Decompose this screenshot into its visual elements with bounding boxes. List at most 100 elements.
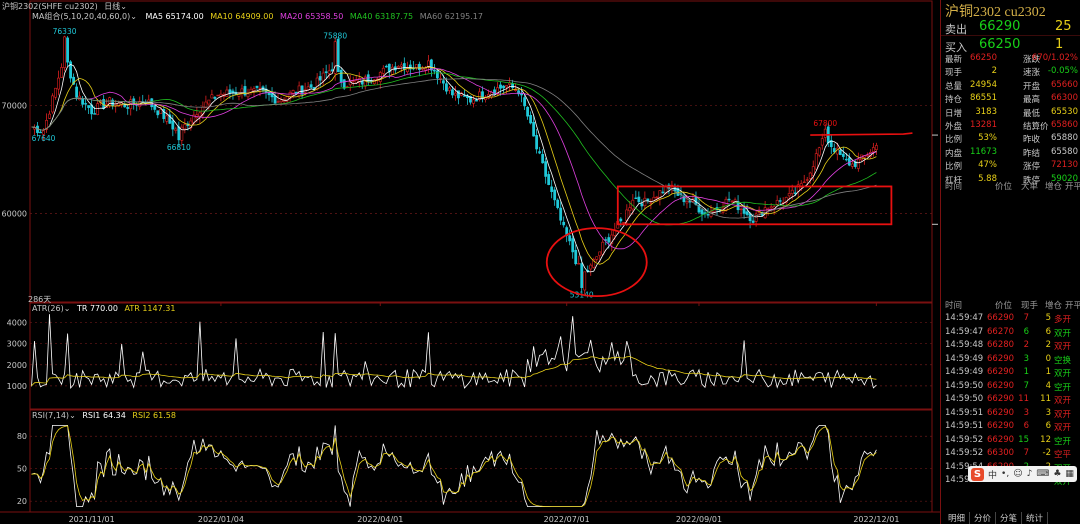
stat-value: 13281 — [969, 120, 997, 130]
candle-body — [793, 192, 797, 194]
trade-time: 14:59:52 — [945, 448, 984, 458]
candle-body — [342, 79, 346, 89]
candle-body — [246, 93, 250, 98]
keyboard-icon[interactable]: ⌨ — [1036, 469, 1049, 479]
skin-icon[interactable]: ♣ — [1053, 469, 1061, 479]
symbol-label: 沪铜2302(SHFE cu2302) — [2, 2, 98, 11]
trade-row[interactable]: 14:59:50 66290 7 4 空开 — [941, 380, 1080, 394]
trade-volume: 7 — [1023, 313, 1029, 323]
trade-row[interactable]: 14:59:51 66290 3 3 双开 — [941, 407, 1080, 421]
trade-row[interactable]: 14:59:48 66280 2 2 双开 — [941, 339, 1080, 353]
candle-body — [769, 206, 773, 209]
stat-value: 65860 — [1050, 120, 1078, 130]
chevron-down-icon[interactable]: ⌄ — [69, 411, 76, 420]
ma10-line — [31, 66, 877, 265]
y-tick-label: 3000 — [7, 340, 27, 349]
candle-body — [823, 128, 827, 138]
kline-chart-area[interactable]: 60000 70000 1000 2000 3000 4000 20 50 80 2021/11/… — [0, 0, 940, 524]
y-tick-label: 50 — [17, 465, 27, 474]
chevron-down-icon[interactable]: ⌄ — [130, 12, 137, 21]
stat-label: 现手 — [945, 68, 963, 79]
quote-panel: 沪铜2302 cu2302 卖出 66290 25 买入 66250 1 最新 6… — [940, 0, 1080, 524]
trade-row[interactable]: 14:59:50 66290 11 11 双开 — [941, 393, 1080, 407]
trade-row[interactable]: 14:59:47 66290 7 5 多开 — [941, 312, 1080, 326]
trade-type: 空平 — [1054, 450, 1072, 460]
tab-detail[interactable]: 明细 — [944, 512, 971, 524]
trade-row[interactable]: 14:59:47 66270 6 6 双开 — [941, 326, 1080, 340]
candle-body — [724, 198, 728, 211]
tab-ticks[interactable]: 分笔 — [996, 512, 1023, 524]
trade-oi-change: 3 — [1045, 407, 1051, 418]
bid-price: 66250 — [979, 37, 1021, 52]
trade-price: 66290 — [987, 394, 1015, 404]
candle-body — [451, 89, 454, 96]
candle-body — [856, 158, 860, 169]
candle-body — [511, 83, 514, 89]
candle-body — [643, 197, 647, 207]
period-label[interactable]: 日线 — [104, 2, 120, 11]
candle-body — [294, 91, 298, 94]
chevron-down-icon[interactable]: ⌄ — [64, 304, 71, 313]
chinese-mode-icon[interactable]: 中 — [988, 468, 997, 481]
trade-volume: 7 — [1023, 448, 1029, 458]
candle-body — [165, 115, 169, 122]
trade-type: 空换 — [1054, 355, 1072, 366]
y-tick-label: 80 — [17, 432, 27, 441]
atr-title[interactable]: ATR(26) — [32, 304, 64, 313]
atr-legend: ATR(26)⌄ TR 770.00 ATR 1147.31 — [32, 304, 175, 313]
input-method-toolbar[interactable]: S 中 •, ☺ ♪ ⌨ ♣ ▦ — [968, 466, 1077, 482]
y-tick-label: 2000 — [7, 361, 27, 370]
bid-volume: 1 — [1055, 37, 1064, 52]
trade-row[interactable]: 14:59:52 66300 7 -2 空平 — [941, 447, 1080, 461]
trade-price: 66290 — [987, 421, 1015, 431]
trade-type: 双开 — [1054, 342, 1072, 352]
candle-body — [790, 189, 794, 194]
stat-label: 最新 — [945, 55, 963, 65]
tab-price-dist[interactable]: 分价 — [970, 512, 997, 524]
candle-body — [291, 90, 295, 94]
candle-body — [742, 208, 746, 214]
candle-body — [832, 148, 836, 153]
stat-label: 速涨 — [1023, 68, 1041, 79]
price-annotation: 66810 — [167, 143, 191, 152]
chevron-down-icon[interactable]: ⌄ — [120, 2, 127, 11]
trade-volume: 11 — [1018, 394, 1029, 404]
trade-row[interactable]: 14:59:49 66290 3 0 空换 — [941, 353, 1080, 367]
candle-body — [775, 200, 779, 205]
trade-volume: 1 — [1023, 367, 1029, 377]
candle-body — [93, 113, 97, 115]
candle-body — [598, 251, 602, 256]
rsi2-line — [31, 425, 877, 507]
candle-body — [63, 36, 66, 68]
stat-label: 比例 — [945, 135, 963, 146]
ma-group-label[interactable]: MA组合(5,10,20,40,60,0) — [32, 12, 130, 21]
candle-body — [553, 189, 557, 201]
trade-time: 14:59:47 — [945, 313, 984, 323]
candle-body — [472, 99, 475, 104]
grid-icon[interactable]: ▦ — [1065, 469, 1074, 479]
trade-row[interactable]: 14:59:51 66290 6 6 双开 — [941, 420, 1080, 434]
price-annotation: 67800 — [813, 119, 837, 128]
candle-body — [628, 207, 632, 212]
candle-body — [171, 120, 175, 130]
candle-body — [661, 191, 665, 194]
ma5-line — [31, 64, 877, 273]
y-tick-label: 1000 — [7, 382, 27, 391]
rsi-title[interactable]: RSI(7,14) — [32, 411, 69, 420]
detail-tabs: 明细 分价 分笔 统计 — [944, 512, 1049, 524]
stat-label: 总量 — [945, 81, 963, 92]
ma5-label: MA5 65174.00 — [145, 12, 204, 21]
microphone-icon[interactable]: ♪ — [1027, 469, 1033, 479]
tab-stats[interactable]: 统计 — [1022, 512, 1049, 524]
trade-row[interactable]: 14:59:52 66290 15 12 空开 — [941, 434, 1080, 448]
candle-body — [544, 161, 548, 177]
punctuation-icon[interactable]: •, — [1001, 469, 1009, 479]
emoji-icon[interactable]: ☺ — [1013, 469, 1022, 479]
ask-row[interactable]: 卖出 66290 25 — [941, 18, 1080, 36]
candle-body — [381, 67, 385, 74]
candle-body — [535, 135, 539, 150]
trade-row[interactable]: 14:59:49 66290 1 1 双开 — [941, 366, 1080, 380]
stat-value: 65580 — [1050, 146, 1078, 157]
trade-type: 空开 — [1054, 436, 1072, 447]
column-header: 价位 — [995, 182, 1013, 192]
